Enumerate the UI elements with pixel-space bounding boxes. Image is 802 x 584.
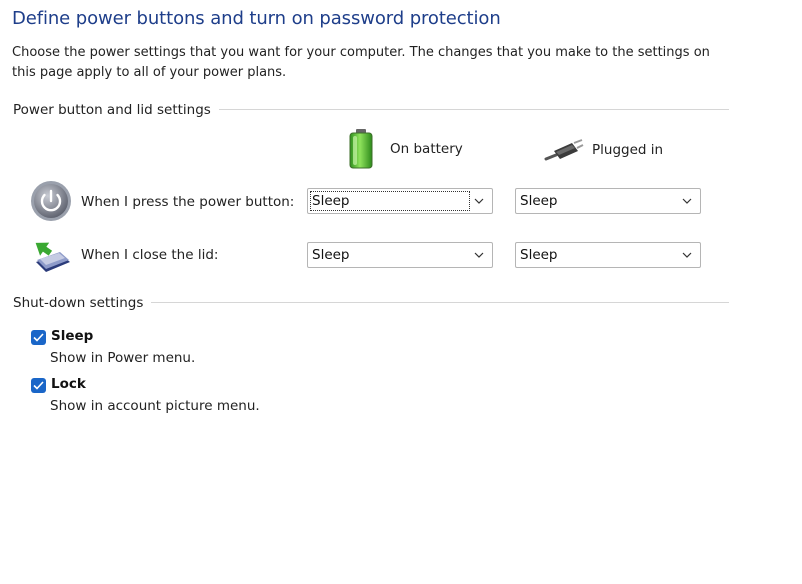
page-description: Choose the power settings that you want … — [12, 45, 710, 80]
checkmark-icon — [33, 381, 44, 390]
selected-value: Sleep — [312, 247, 350, 263]
lock-option-title: Lock — [51, 376, 86, 392]
sleep-checkbox[interactable] — [31, 330, 46, 345]
power-plug-icon — [544, 137, 584, 163]
sleep-option-description: Show in Power menu. — [50, 350, 196, 366]
close-lid-row-label: When I close the lid: — [81, 247, 219, 263]
battery-icon — [346, 128, 376, 170]
checkmark-icon — [33, 333, 44, 342]
close-lid-on-battery-select[interactable]: Sleep — [307, 242, 493, 268]
laptop-lid-icon — [30, 236, 72, 278]
selected-value: Sleep — [520, 193, 558, 209]
chevron-down-icon — [682, 198, 692, 204]
plugged-in-label: Plugged in — [592, 142, 664, 158]
column-on-battery: On battery — [346, 128, 463, 170]
column-plugged-in: Plugged in — [544, 137, 663, 163]
shutdown-section-header: Shut-down settings — [13, 295, 152, 311]
chevron-down-icon — [474, 198, 484, 204]
sleep-option-title: Sleep — [51, 328, 94, 344]
power-section-header: Power button and lid settings — [13, 102, 219, 118]
close-lid-plugged-in-select[interactable]: Sleep — [515, 242, 701, 268]
page-title: Define power buttons and turn on passwor… — [12, 8, 501, 29]
selected-value: Sleep — [312, 193, 350, 209]
power-button-icon — [30, 180, 72, 222]
power-button-plugged-in-select[interactable]: Sleep — [515, 188, 701, 214]
power-button-on-battery-select[interactable]: Sleep — [307, 188, 493, 214]
selected-value: Sleep — [520, 247, 558, 263]
chevron-down-icon — [474, 252, 484, 258]
power-button-row-label: When I press the power button: — [81, 194, 295, 210]
lock-option-description: Show in account picture menu. — [50, 398, 260, 414]
lock-checkbox[interactable] — [31, 378, 46, 393]
on-battery-label: On battery — [390, 141, 463, 157]
chevron-down-icon — [682, 252, 692, 258]
